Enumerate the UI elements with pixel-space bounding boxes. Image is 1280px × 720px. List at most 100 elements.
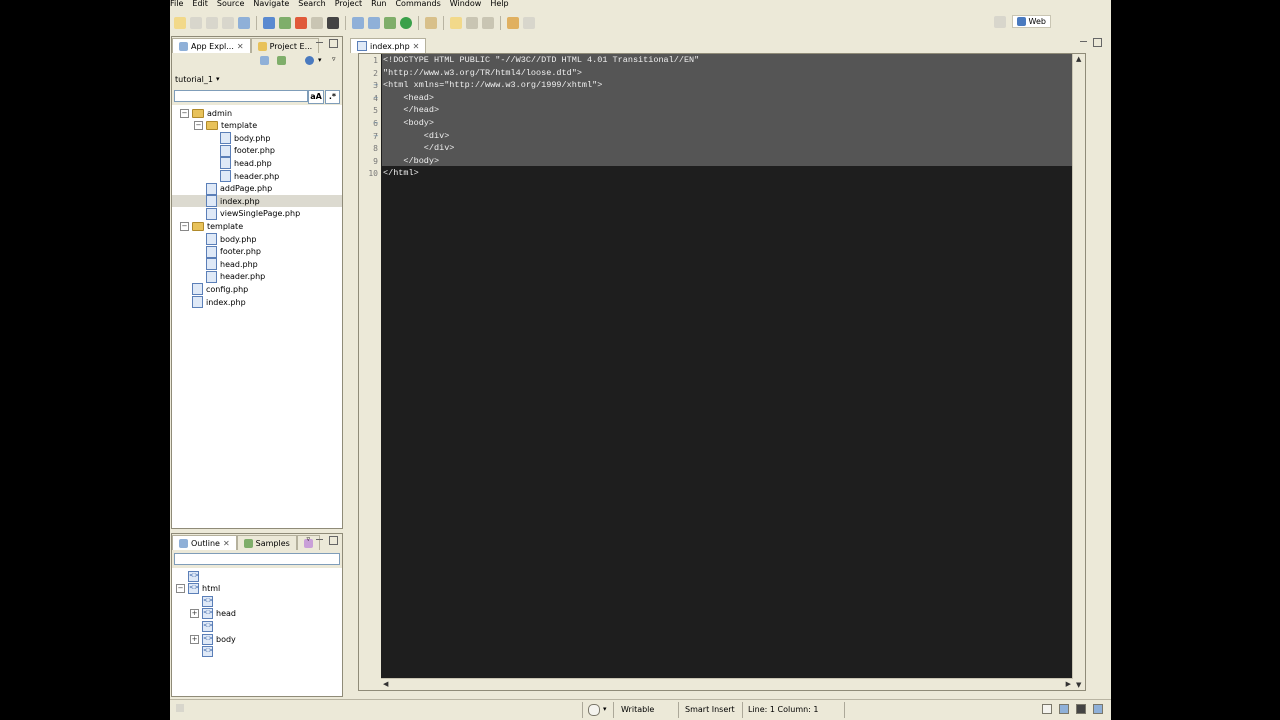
- tree-file[interactable]: header.php: [194, 270, 265, 283]
- close-icon[interactable]: ✕: [413, 42, 420, 51]
- tab-samples[interactable]: Samples: [236, 535, 297, 550]
- back-icon[interactable]: [507, 17, 519, 29]
- block-selection-icon[interactable]: [466, 17, 478, 29]
- menu-run[interactable]: Run: [371, 0, 386, 10]
- outline-node[interactable]: <>: [190, 646, 216, 658]
- chevron-down-icon[interactable]: ▾: [318, 56, 322, 64]
- fold-toggle-icon[interactable]: −: [373, 132, 379, 140]
- view-menu-icon[interactable]: ▿: [332, 55, 336, 63]
- tab-app-explorer[interactable]: App Expl... ✕: [172, 38, 251, 53]
- menu-project[interactable]: Project: [335, 0, 362, 10]
- menu-search[interactable]: Search: [298, 0, 325, 10]
- tree-file[interactable]: header.php: [208, 170, 279, 182]
- outline-filter-input[interactable]: [174, 553, 340, 565]
- scroll-down-icon[interactable]: ▼: [1076, 681, 1081, 689]
- tree-folder[interactable]: − template: [194, 120, 257, 132]
- scroll-right-icon[interactable]: ▶: [1066, 680, 1071, 688]
- chevron-down-icon[interactable]: ▾: [603, 705, 607, 713]
- console-icon[interactable]: [1076, 704, 1086, 714]
- expand-toggle-icon[interactable]: +: [190, 609, 199, 619]
- chevron-down-icon[interactable]: ▾: [216, 75, 220, 83]
- preview-icon[interactable]: [311, 17, 323, 29]
- minimize-icon[interactable]: [1080, 41, 1087, 43]
- tree-folder[interactable]: − template: [180, 220, 243, 232]
- case-sensitive-toggle[interactable]: aA: [308, 90, 324, 104]
- horizontal-scrollbar[interactable]: ◀ ▶: [381, 678, 1073, 690]
- tree-file[interactable]: config.php: [180, 283, 248, 296]
- vertical-scrollbar[interactable]: ▲ ▼: [1072, 54, 1085, 690]
- fold-toggle-icon[interactable]: −: [373, 81, 379, 89]
- expand-toggle-icon[interactable]: +: [190, 634, 199, 644]
- console-icon[interactable]: [327, 17, 339, 29]
- tree-file[interactable]: head.php: [194, 258, 258, 271]
- expand-toggle-icon[interactable]: −: [176, 584, 185, 594]
- search-icon[interactable]: [352, 17, 364, 29]
- view-menu-icon[interactable]: ▿: [306, 536, 310, 545]
- forward-icon[interactable]: [523, 17, 535, 29]
- filter-input[interactable]: [174, 90, 308, 102]
- new-icon[interactable]: [174, 17, 186, 29]
- tab-project-explorer[interactable]: Project E...: [250, 38, 320, 53]
- tree-file[interactable]: footer.php: [194, 245, 261, 258]
- tree-file[interactable]: index.php: [172, 195, 342, 208]
- expand-toggle-icon[interactable]: −: [180, 108, 189, 118]
- regex-toggle[interactable]: .*: [325, 90, 340, 104]
- restore-icon[interactable]: [1042, 704, 1052, 714]
- gear-icon[interactable]: [305, 56, 314, 65]
- browser-icon[interactable]: [295, 17, 307, 29]
- maximize-icon[interactable]: [329, 536, 338, 545]
- tree-file[interactable]: addPage.php: [194, 182, 272, 195]
- menu-source[interactable]: Source: [217, 0, 244, 10]
- code-text-area[interactable]: <!DOCTYPE HTML PUBLIC "-//W3C//DTD HTML …: [382, 54, 1085, 690]
- run-icon[interactable]: [400, 17, 412, 29]
- close-icon[interactable]: ✕: [223, 539, 230, 548]
- tree-file[interactable]: head.php: [208, 157, 272, 170]
- expand-toggle-icon[interactable]: −: [180, 221, 189, 231]
- menu-navigate[interactable]: Navigate: [253, 0, 289, 10]
- outline-node[interactable]: + <> body: [190, 633, 236, 645]
- code-editor[interactable]: 1 2 3−4−5 6−7−8 9 10 <!DOCTYPE HTML PUBLIC "-…: [358, 53, 1086, 691]
- gear-icon[interactable]: [588, 704, 600, 716]
- menu-help[interactable]: Help: [490, 0, 508, 10]
- open-perspective-icon[interactable]: [993, 15, 1006, 28]
- problems-icon[interactable]: [1093, 704, 1103, 714]
- maximize-icon[interactable]: [1093, 38, 1102, 47]
- debug-icon[interactable]: [384, 17, 396, 29]
- tab-outline[interactable]: Outline ✕: [172, 535, 237, 550]
- tree-folder[interactable]: − admin: [180, 107, 232, 119]
- outline-view-icon[interactable]: [263, 17, 275, 29]
- save-icon[interactable]: [206, 17, 218, 29]
- expand-toggle-icon[interactable]: −: [194, 121, 203, 131]
- tree-file[interactable]: index.php: [180, 296, 246, 308]
- project-selector[interactable]: tutorial_1: [175, 75, 213, 84]
- refresh-icon[interactable]: [368, 17, 380, 29]
- save-all-icon[interactable]: [222, 17, 234, 29]
- minimize-icon[interactable]: [316, 539, 323, 541]
- scroll-left-icon[interactable]: ◀: [383, 680, 388, 688]
- outline-node[interactable]: <>: [176, 570, 202, 582]
- collapse-all-icon[interactable]: [260, 56, 269, 65]
- tab-index-php[interactable]: index.php ✕: [350, 38, 427, 53]
- tree-file[interactable]: viewSinglePage.php: [194, 207, 300, 220]
- menu-window[interactable]: Window: [450, 0, 482, 10]
- show-whitespace-icon[interactable]: [482, 17, 494, 29]
- menu-file[interactable]: File: [170, 0, 183, 10]
- fold-toggle-icon[interactable]: −: [373, 94, 379, 102]
- maximize-icon[interactable]: [329, 39, 338, 48]
- tree-file[interactable]: footer.php: [208, 144, 275, 157]
- tree-file[interactable]: body.php: [194, 233, 256, 245]
- tree-file[interactable]: body.php: [208, 132, 270, 145]
- outline-view-icon[interactable]: [1059, 704, 1069, 714]
- fast-view-icon[interactable]: [176, 704, 184, 712]
- hierarchy-icon[interactable]: [279, 17, 291, 29]
- mark-occurrences-icon[interactable]: [450, 17, 462, 29]
- link-editor-icon[interactable]: [277, 56, 286, 65]
- menu-commands[interactable]: Commands: [395, 0, 440, 10]
- open-icon[interactable]: [190, 17, 202, 29]
- web-perspective-button[interactable]: Web: [1011, 15, 1051, 28]
- external-tools-icon[interactable]: [425, 17, 437, 29]
- outline-node[interactable]: <>: [190, 595, 216, 607]
- close-icon[interactable]: ✕: [237, 42, 244, 51]
- minimize-icon[interactable]: [316, 42, 323, 44]
- print-icon[interactable]: [238, 17, 250, 29]
